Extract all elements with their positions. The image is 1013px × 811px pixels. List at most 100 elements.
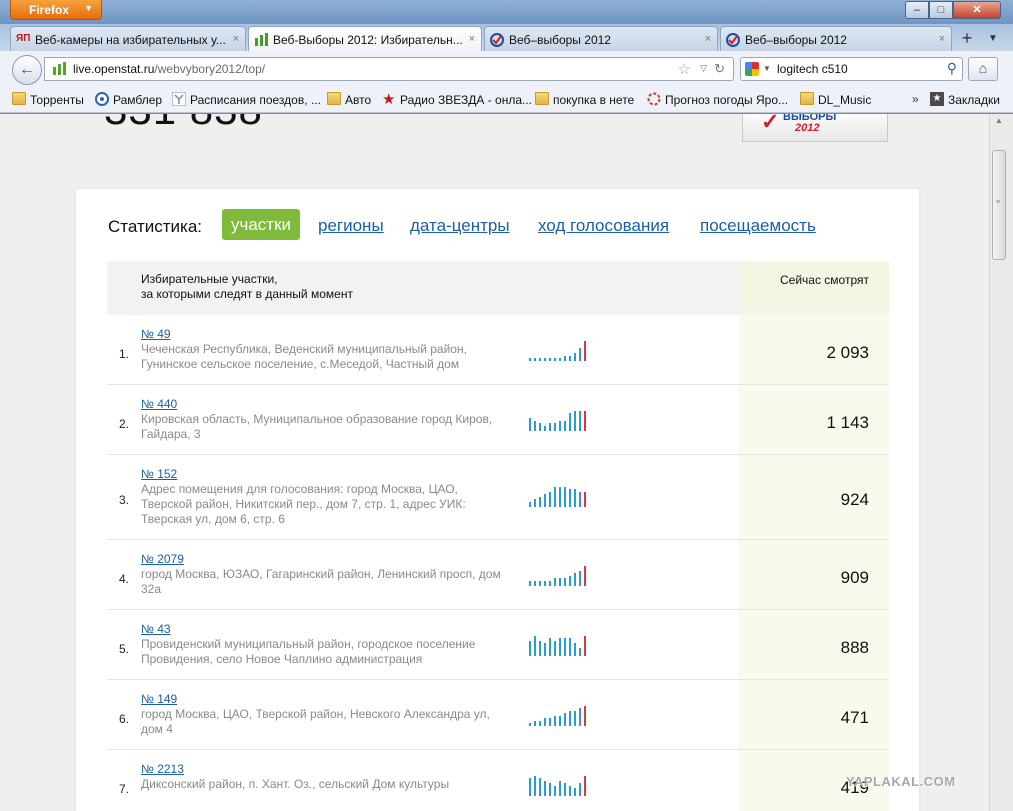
tab-list-button[interactable]: ▼ <box>982 28 1004 50</box>
sparkline-bar <box>534 636 536 656</box>
browser-tab[interactable]: Веб–выборы 2012 × <box>720 26 952 51</box>
sparkline-bar <box>569 576 571 586</box>
sparkline-bar <box>544 426 546 431</box>
station-link[interactable]: № 149 <box>141 692 177 706</box>
sparkline-bar <box>554 716 556 726</box>
station-link[interactable]: № 49 <box>141 327 171 341</box>
sparkline-bar <box>529 641 531 656</box>
sparkline-bar <box>564 487 566 507</box>
tab-close-icon[interactable]: × <box>469 33 475 45</box>
red-star-icon: ★ <box>382 91 396 108</box>
station-address: город Москва, ЮЗАО, Гагаринский район, Л… <box>141 567 501 596</box>
tab-close-icon[interactable]: × <box>939 33 945 45</box>
close-window-button[interactable]: ✕ <box>953 1 1001 19</box>
back-button[interactable]: ← <box>12 55 42 85</box>
sparkline-bar <box>584 706 586 726</box>
browser-tab-active[interactable]: Веб-Выборы 2012: Избирательн... × <box>248 26 482 51</box>
bookmark-item[interactable]: покупка в нете <box>535 92 634 107</box>
station-address: Кировская область, Муниципальное образов… <box>141 412 493 441</box>
webvybory-favicon-icon <box>726 33 741 47</box>
vybory-2012-logo[interactable]: ✓ ВЫБОРЫ 2012 <box>742 114 888 142</box>
history-dropdown-icon[interactable]: ▽ <box>700 63 707 74</box>
tab-attendance[interactable]: посещаемость <box>700 216 816 236</box>
station-link[interactable]: № 152 <box>141 467 177 481</box>
search-icon[interactable]: ⚲ <box>947 60 957 77</box>
bookmark-item[interactable]: Расписания поездов, ... <box>171 91 321 107</box>
header-line: за которыми следят в данный момент <box>141 287 353 301</box>
sparkline-bar <box>549 581 551 586</box>
browser-tab[interactable]: Веб–выборы 2012 × <box>484 26 718 51</box>
search-bar[interactable]: ▼ logitech c510 ⚲ <box>740 57 963 81</box>
station-link[interactable]: № 2213 <box>141 762 184 776</box>
sparkline-bar <box>539 641 541 656</box>
url-path: /webvybory2012/top/ <box>154 62 266 76</box>
tab-data-centers[interactable]: дата-центры <box>410 216 510 236</box>
scroll-up-icon[interactable]: ▲ <box>995 116 1003 125</box>
sparkline-bar <box>559 487 561 507</box>
maximize-button[interactable]: □ <box>929 1 953 19</box>
bookmark-label: Авто <box>345 93 372 107</box>
bookmark-item[interactable]: DL_Music <box>800 92 872 107</box>
row-rank: 1. <box>119 347 130 361</box>
bookmark-item[interactable]: Авто <box>327 92 372 107</box>
station-link[interactable]: № 43 <box>141 622 171 636</box>
sparkline-bar <box>539 721 541 726</box>
navigation-toolbar: live.openstat.ru/webvybory2012/top/ ☆ ▽ … <box>0 51 1013 87</box>
vertical-scrollbar[interactable]: ▲ ≡ <box>989 114 1013 811</box>
sparkline-bar <box>554 358 556 361</box>
viewers-count: 1 143 <box>826 413 869 432</box>
sparkline-bar <box>579 492 581 507</box>
sparkline-bar <box>574 711 576 726</box>
bookmark-item[interactable]: Прогноз погоды Яро... <box>647 92 789 107</box>
sparkline-bar <box>549 638 551 656</box>
bookmark-item[interactable]: ★ Радио ЗВЕЗДА - онла... <box>382 91 532 108</box>
bookmark-label: Торренты <box>30 93 84 107</box>
tab-regions[interactable]: регионы <box>318 216 384 236</box>
tab-close-icon[interactable]: × <box>233 33 239 45</box>
table-row: 4. № 2079 город Москва, ЮЗАО, Гагаринский … <box>107 540 889 610</box>
sparkline-bar <box>559 638 561 656</box>
folder-icon <box>535 92 549 105</box>
bookmark-item[interactable]: Рамблер <box>95 92 162 107</box>
sparkline-bar <box>549 358 551 361</box>
sparkline-bar <box>584 411 586 431</box>
sparkline-bar <box>574 489 576 507</box>
bookmarks-menu-button[interactable]: ★ Закладки <box>930 92 1000 107</box>
bookmark-star-icon[interactable]: ☆ <box>678 60 691 78</box>
tab-voting-progress[interactable]: ход голосования <box>538 216 669 236</box>
folder-icon <box>327 92 341 105</box>
station-address: Диксонский район, п. Хант. Оз., сельский… <box>141 777 450 791</box>
tab-polling-stations[interactable]: участки <box>222 209 301 240</box>
station-link[interactable]: № 440 <box>141 397 177 411</box>
sparkline-bar <box>539 358 541 361</box>
reload-icon[interactable]: ↻ <box>714 61 725 77</box>
home-button[interactable]: ⌂ <box>968 57 998 81</box>
firefox-menu-button[interactable]: Firefox ▼ <box>10 0 102 20</box>
new-tab-button[interactable]: + <box>956 28 978 50</box>
tab-close-icon[interactable]: × <box>705 33 711 45</box>
bookmark-item[interactable]: Торренты <box>12 92 84 107</box>
sparkline-bar <box>529 502 531 507</box>
sparkline-bar <box>544 718 546 726</box>
page-viewport: 331 838 ✓ ВЫБОРЫ 2012 Статистика: участк… <box>0 114 989 811</box>
station-link[interactable]: № 2079 <box>141 552 184 566</box>
google-engine-icon[interactable] <box>745 62 759 76</box>
url-text[interactable]: live.openstat.ru/webvybory2012/top/ <box>73 62 265 76</box>
sparkline-bar <box>559 578 561 586</box>
browser-tab[interactable]: ЯП Веб-камеры на избирательных у... × <box>10 26 246 51</box>
sparkline-bar <box>539 581 541 586</box>
bookmark-label: Прогноз погоды Яро... <box>665 93 789 107</box>
sparkline-bar <box>564 356 566 361</box>
sparkline-bar <box>564 638 566 656</box>
sparkline-bar <box>569 786 571 796</box>
search-input[interactable]: logitech c510 <box>777 62 848 76</box>
row-rank: 3. <box>119 493 130 507</box>
url-bar[interactable]: live.openstat.ru/webvybory2012/top/ ☆ ▽ … <box>44 57 734 81</box>
engine-dropdown-icon[interactable]: ▼ <box>763 64 771 73</box>
bookmarks-overflow-button[interactable]: » <box>912 92 919 106</box>
bookmark-label: DL_Music <box>818 93 872 107</box>
sparkline-bar <box>584 341 586 361</box>
sparkline-bar <box>564 713 566 726</box>
sparkline-bar <box>544 358 546 361</box>
minimize-button[interactable]: – <box>905 1 929 19</box>
